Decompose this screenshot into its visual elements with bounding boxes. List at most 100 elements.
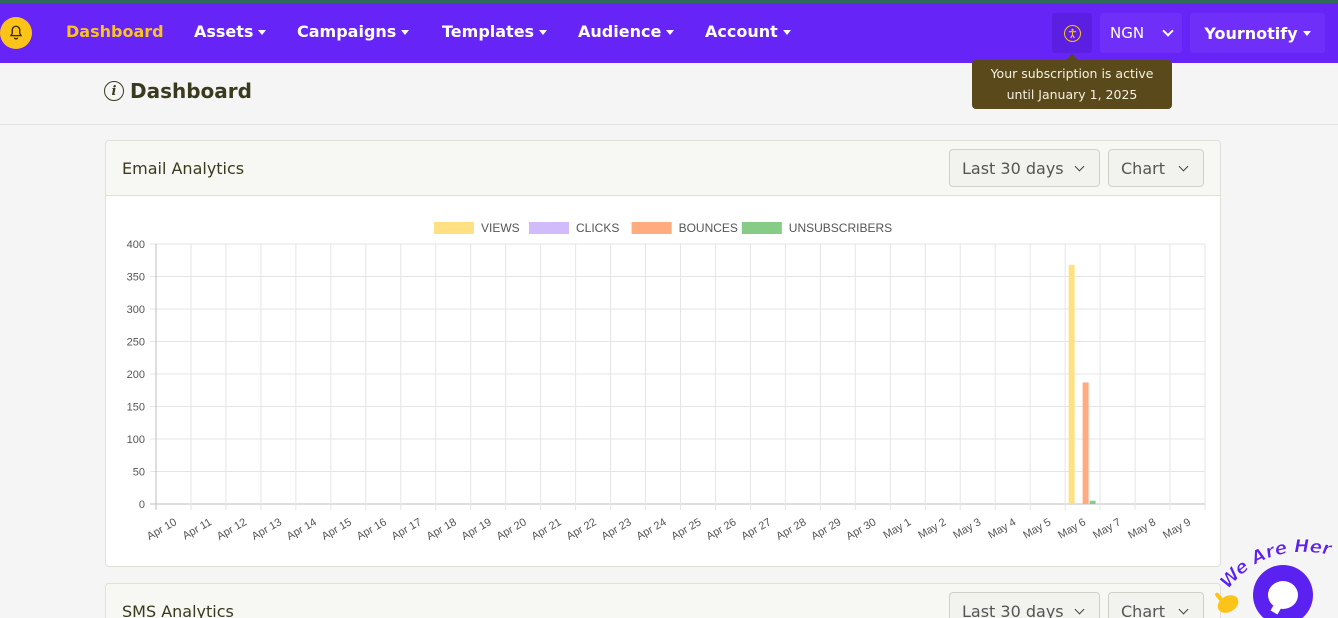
x-tick-label: Apr 15	[320, 516, 354, 543]
sms-analytics-title: SMS Analytics	[122, 602, 234, 618]
caret-down-icon	[539, 30, 548, 35]
sms-date-range-select[interactable]: Last 30 days	[949, 592, 1100, 618]
caret-down-icon	[258, 30, 267, 35]
view-type-value: Chart	[1121, 158, 1165, 178]
nav-assets-label: Assets	[194, 22, 254, 41]
chevron-down-icon	[1162, 25, 1174, 37]
x-tick-label: May 8	[1126, 516, 1158, 541]
y-tick-label: 250	[127, 337, 145, 349]
nav-templates-label: Templates	[442, 22, 535, 41]
y-tick-label: 0	[139, 499, 145, 511]
x-tick-label: May 7	[1091, 516, 1123, 541]
legend-swatch-views	[434, 222, 474, 234]
x-tick-label: Apr 30	[844, 516, 878, 543]
sms-view-type-select[interactable]: Chart	[1108, 592, 1204, 618]
date-range-select[interactable]: Last 30 days	[949, 149, 1100, 187]
y-tick-label: 150	[127, 402, 145, 414]
view-type-select[interactable]: Chart	[1108, 149, 1204, 187]
email-analytics-card: Email Analytics Last 30 days Chart 0 50 10…	[105, 140, 1221, 567]
x-tick-label: May 1	[881, 516, 913, 541]
x-tick-label: May 2	[916, 516, 948, 541]
waving-hand-icon	[1215, 592, 1239, 613]
y-tick-label: 300	[127, 304, 145, 316]
x-tick-label: May 4	[986, 516, 1018, 541]
x-tick-label: Apr 24	[634, 516, 668, 543]
bar-views	[1068, 264, 1075, 504]
currency-value: NGN	[1110, 24, 1145, 42]
email-analytics-chart: 050100150200250300350400Apr 10 Apr 11 Apr …	[127, 221, 1206, 543]
y-tick-label: 400	[127, 239, 145, 251]
sms-analytics-header: SMS Analytics Last 30 days Chart	[106, 584, 1220, 618]
tooltip-line-1: Your subscription is active	[990, 66, 1154, 81]
nav-campaigns[interactable]: Campaigns	[297, 22, 410, 41]
chevron-down-icon	[1074, 161, 1085, 172]
chat-bubble-icon	[1268, 581, 1298, 609]
x-tick-label: Apr 22	[565, 516, 599, 543]
accessibility-button[interactable]	[1052, 13, 1092, 53]
legend-swatch-clicks	[529, 222, 569, 234]
bar-bounces	[1082, 382, 1089, 504]
chat-launcher-button[interactable]	[1253, 565, 1313, 618]
x-tick-label: Apr 11	[181, 516, 214, 542]
caret-down-icon	[782, 30, 791, 35]
email-chart-container: 0 50 100 150 200 250 300 350 400 Apr 10 Apr 11 Apr …	[106, 196, 1220, 570]
caret-down-icon	[401, 30, 410, 35]
navbar: Dashboard Assets Campaigns Templates Aud…	[0, 3, 1338, 63]
x-tick-label: Apr 12	[215, 516, 249, 543]
x-tick-label: Apr 28	[774, 516, 808, 543]
nav-audience[interactable]: Audience	[578, 22, 675, 41]
x-tick-label: Apr 27	[739, 516, 773, 543]
user-menu-label: Yournotify	[1204, 23, 1298, 43]
y-tick-label: 350	[127, 272, 145, 284]
x-tick-label: Apr 29	[809, 516, 843, 543]
x-tick-label: Apr 21	[530, 516, 564, 543]
x-tick-label: Apr 20	[495, 516, 529, 543]
x-tick-label: May 3	[951, 516, 983, 541]
notification-bell-icon[interactable]	[0, 17, 32, 49]
sms-analytics-card: SMS Analytics Last 30 days Chart	[105, 583, 1221, 618]
nav-account-label: Account	[705, 22, 778, 41]
legend-label-bounces: BOUNCES	[679, 221, 738, 235]
sms-date-range-value: Last 30 days	[962, 601, 1064, 618]
x-tick-label: Apr 13	[250, 516, 284, 543]
legend-swatch-unsubscribers	[741, 222, 782, 234]
x-tick-label: May 9	[1161, 516, 1193, 541]
tooltip-line-2: until January 1, 2025	[1006, 87, 1138, 102]
caret-down-icon	[1302, 30, 1311, 36]
info-icon: i	[104, 81, 124, 101]
x-tick-label: Apr 25	[669, 516, 703, 543]
email-analytics-header: Email Analytics Last 30 days Chart	[106, 141, 1220, 196]
user-menu[interactable]: Yournotify	[1190, 13, 1325, 53]
nav-audience-label: Audience	[578, 22, 662, 41]
accessibility-icon	[1063, 24, 1081, 42]
currency-select[interactable]: NGN	[1100, 13, 1182, 53]
x-tick-label: Apr 17	[390, 516, 424, 543]
date-range-value: Last 30 days	[962, 158, 1064, 178]
x-tick-label: Apr 18	[425, 516, 459, 543]
legend-swatch-bounces	[631, 222, 672, 234]
x-tick-label: May 5	[1021, 516, 1053, 541]
nav-campaigns-label: Campaigns	[297, 22, 397, 41]
x-tick-label: May 6	[1056, 516, 1088, 541]
x-tick-label: Apr 19	[460, 516, 494, 543]
chevron-down-icon	[1074, 604, 1085, 615]
chevron-down-icon	[1178, 604, 1189, 615]
page-title-text: Dashboard	[130, 79, 252, 103]
nav-dashboard[interactable]: Dashboard	[66, 22, 164, 41]
x-tick-label: Apr 16	[355, 516, 389, 543]
legend-label-clicks: CLICKS	[576, 221, 619, 235]
y-tick-label: 50	[133, 467, 145, 479]
page-title: i Dashboard	[104, 79, 252, 103]
nav-assets[interactable]: Assets	[194, 22, 267, 41]
x-tick-label: Apr 14	[285, 516, 319, 543]
bar-unsubscribers	[1089, 500, 1096, 504]
nav-account[interactable]: Account	[705, 22, 791, 41]
x-tick-label: Apr 26	[704, 516, 738, 543]
nav-templates[interactable]: Templates	[442, 22, 548, 41]
y-tick-label: 200	[127, 369, 145, 381]
y-tick-label: 100	[127, 434, 145, 446]
sms-view-type-value: Chart	[1121, 601, 1165, 618]
x-tick-label: Apr 10	[145, 516, 179, 543]
caret-down-icon	[666, 30, 675, 35]
chevron-down-icon	[1178, 161, 1189, 172]
